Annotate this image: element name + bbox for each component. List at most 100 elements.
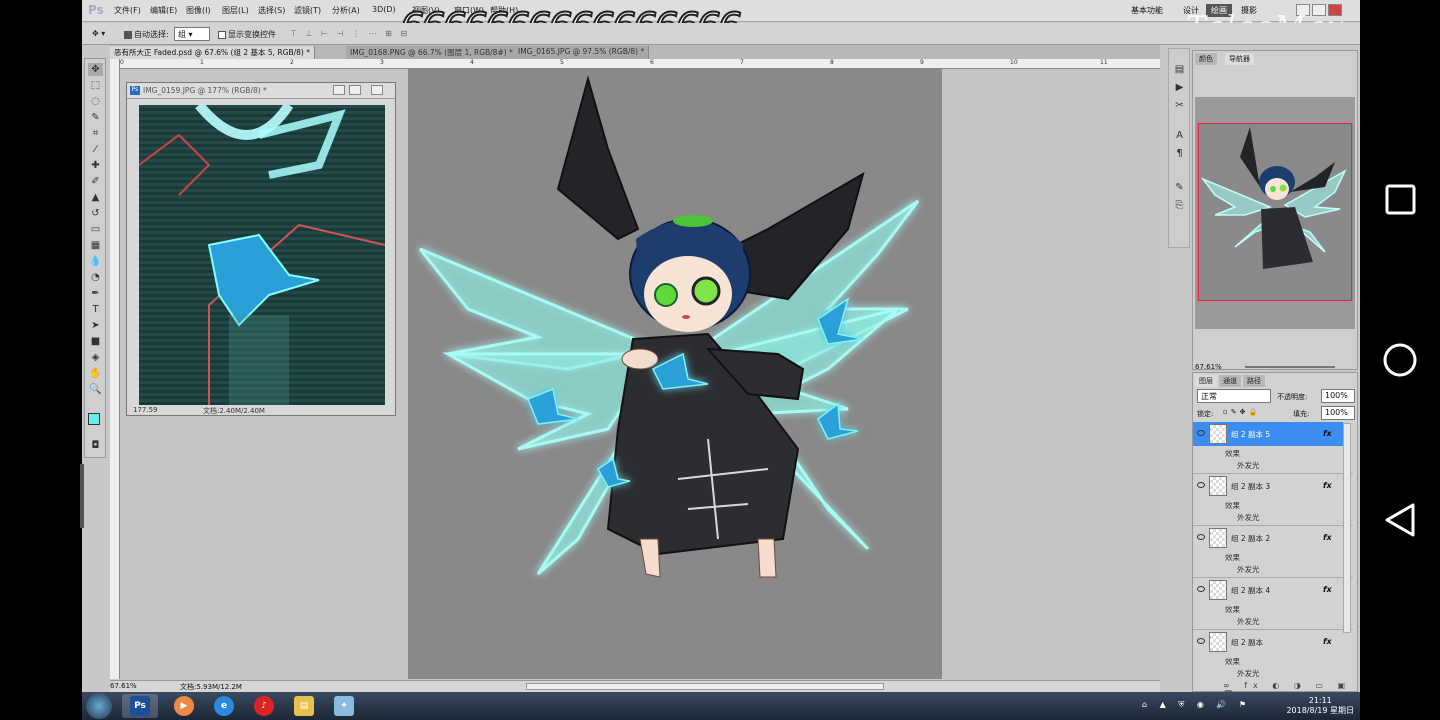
- navigator-view-box[interactable]: [1198, 123, 1352, 301]
- reference-image[interactable]: [139, 105, 385, 405]
- brush-panel-icon[interactable]: ✎: [1172, 181, 1187, 194]
- zoom-icon[interactable]: 🔍: [88, 383, 103, 396]
- opacity-input[interactable]: 100%: [1321, 389, 1355, 403]
- docwin-zoom[interactable]: 177.59: [133, 406, 158, 414]
- tool-presets-icon[interactable]: ✂: [1172, 99, 1187, 112]
- history-panel-icon[interactable]: ▤: [1172, 63, 1187, 76]
- menu-analysis[interactable]: 分析(A): [332, 5, 360, 16]
- floating-document-window[interactable]: IMG_0159.JPG @ 177% (RGB/8) * Ps 177.59 …: [126, 82, 396, 416]
- eyedropper-icon[interactable]: ⁄: [88, 143, 103, 156]
- tab-psd[interactable]: 恶有所大正 Faded.psd @ 67.6% (组 2 基本 5, RGB/8…: [110, 46, 315, 59]
- taskbar-photoshop[interactable]: Ps: [122, 694, 158, 718]
- menu-select[interactable]: 选择(S): [258, 5, 285, 16]
- brush-icon[interactable]: ✐: [88, 175, 103, 188]
- tab-color[interactable]: 颜色: [1195, 53, 1217, 65]
- tab-layers[interactable]: 图层: [1195, 375, 1217, 387]
- fx-icon[interactable]: fx: [1323, 481, 1332, 490]
- menu-filter[interactable]: 滤镜(T): [294, 5, 321, 16]
- gradient-icon[interactable]: ▦: [88, 239, 103, 252]
- docwin-maximize-button[interactable]: [349, 85, 361, 95]
- fx-icon[interactable]: fx: [1323, 637, 1332, 646]
- blur-icon[interactable]: 💧: [88, 255, 103, 268]
- taskbar-clock[interactable]: 21:11 2018/8/19 星期日: [1286, 696, 1354, 716]
- navigator-zoom-slider[interactable]: [1245, 366, 1335, 368]
- fill-input[interactable]: 100%: [1321, 406, 1355, 420]
- circle-nav-icon[interactable]: [1360, 320, 1440, 400]
- fx-icon[interactable]: fx: [1323, 533, 1332, 542]
- workspace-essentials[interactable]: 基本功能: [1126, 4, 1168, 17]
- quick-select-icon[interactable]: ✎: [88, 111, 103, 124]
- lasso-icon[interactable]: ◌: [88, 95, 103, 108]
- move-icon[interactable]: ✥ ▾: [92, 29, 105, 38]
- character-panel-icon[interactable]: A: [1172, 129, 1187, 142]
- menu-file[interactable]: 文件(F): [114, 5, 141, 16]
- tab-paths[interactable]: 路径: [1243, 375, 1265, 387]
- navigator-zoom[interactable]: 67.61%: [1195, 363, 1222, 371]
- layer-row-main[interactable]: 组 2 副本 5 fx: [1193, 422, 1343, 446]
- pen-icon[interactable]: ✒: [88, 287, 103, 300]
- eye-icon[interactable]: [1197, 586, 1205, 592]
- eye-icon[interactable]: [1197, 482, 1205, 488]
- lock-icons[interactable]: ▫✎✥🔒: [1223, 408, 1260, 416]
- layer-row[interactable]: 组 2 副本 3 fx 效果 外发光: [1193, 474, 1353, 526]
- tab-channels[interactable]: 通道: [1219, 375, 1241, 387]
- layers-scrollbar[interactable]: [1343, 423, 1351, 633]
- shape-icon[interactable]: ■: [88, 335, 103, 348]
- crop-icon[interactable]: ⌗: [88, 127, 103, 140]
- layer-row-main[interactable]: 组 2 副本 2 fx: [1193, 526, 1343, 550]
- taskbar-music[interactable]: ♪: [246, 694, 282, 718]
- type-icon[interactable]: T: [88, 303, 103, 316]
- square-nav-icon[interactable]: [1360, 160, 1440, 240]
- actions-panel-icon[interactable]: ▶: [1172, 81, 1187, 94]
- eye-icon[interactable]: [1197, 638, 1205, 644]
- eraser-icon[interactable]: ▭: [88, 223, 103, 236]
- docwin-minimize-button[interactable]: [333, 85, 345, 95]
- system-tray-icons[interactable]: ⌂ ▲ ⛨ ◉ 🔊 ⚑: [1142, 700, 1251, 710]
- taskbar-browser[interactable]: e: [206, 694, 242, 718]
- fx-icon[interactable]: fx: [1323, 429, 1332, 438]
- auto-select-checkbox[interactable]: 自动选择:: [124, 29, 169, 40]
- menu-image[interactable]: 图像(I): [186, 5, 211, 16]
- show-transform-check[interactable]: [218, 30, 226, 39]
- history-brush-icon[interactable]: ↺: [88, 207, 103, 220]
- align-buttons[interactable]: ⊤ ⊥ ⊢ ⊣ ⋮ ⋯ ⊞ ⊟: [290, 29, 410, 38]
- marquee-icon[interactable]: ⬚: [88, 79, 103, 92]
- auto-select-dropdown[interactable]: 组 ▾: [174, 27, 210, 41]
- fx-icon[interactable]: fx: [1323, 585, 1332, 594]
- taskbar-app[interactable]: ✦: [326, 694, 362, 718]
- layers-footer-buttons[interactable]: ∞ fx ◐ ◑ ▭ ▣ 🗑: [1193, 681, 1357, 699]
- layer-row[interactable]: 组 2 副本 2 fx 效果 外发光: [1193, 526, 1353, 578]
- stamp-icon[interactable]: ▲: [88, 191, 103, 204]
- 3d-icon[interactable]: ◈: [88, 351, 103, 364]
- clone-source-icon[interactable]: ⎘: [1172, 199, 1187, 212]
- tab-navigator[interactable]: 导航器: [1225, 53, 1254, 65]
- path-select-icon[interactable]: ➤: [88, 319, 103, 332]
- quick-mask-icon[interactable]: ◘: [88, 439, 103, 452]
- layer-row-main[interactable]: 组 2 副本 3 fx: [1193, 474, 1343, 498]
- healing-icon[interactable]: ✚: [88, 159, 103, 172]
- windows-start-icon[interactable]: [86, 693, 112, 719]
- menu-layer[interactable]: 图层(L): [222, 5, 249, 16]
- layer-row-main[interactable]: 组 2 副本 4 fx: [1193, 578, 1343, 602]
- layer-row[interactable]: 组 2 副本 5 fx 效果 外发光: [1193, 422, 1353, 474]
- layer-row-main[interactable]: 组 2 副本 fx: [1193, 630, 1343, 654]
- layer-row[interactable]: 组 2 副本 4 fx 效果 外发光: [1193, 578, 1353, 630]
- horizontal-scrollbar[interactable]: [526, 683, 884, 690]
- docwin-close-button[interactable]: [371, 85, 383, 95]
- move-tool-icon[interactable]: ✥: [88, 63, 103, 76]
- menu-3d[interactable]: 3D(D): [372, 5, 396, 14]
- triangle-nav-icon[interactable]: [1360, 480, 1440, 560]
- tab-img-0168[interactable]: IMG_0168.PNG @ 66.7% (图层 1, RGB/8#) *: [346, 46, 518, 59]
- eye-icon[interactable]: [1197, 430, 1205, 436]
- auto-select-check[interactable]: [124, 30, 132, 39]
- layer-row[interactable]: 组 2 副本 fx 效果 外发光: [1193, 630, 1353, 680]
- show-transform-checkbox[interactable]: 显示变换控件: [218, 29, 276, 40]
- menu-edit[interactable]: 编辑(E): [150, 5, 177, 16]
- dodge-icon[interactable]: ◔: [88, 271, 103, 284]
- hand-icon[interactable]: ✋: [88, 367, 103, 380]
- artboard[interactable]: [408, 69, 942, 679]
- status-zoom[interactable]: 67.61%: [110, 682, 137, 690]
- navigator-thumbnail[interactable]: [1195, 97, 1355, 329]
- taskbar-explorer[interactable]: ▤: [286, 694, 322, 718]
- paragraph-panel-icon[interactable]: ¶: [1172, 147, 1187, 160]
